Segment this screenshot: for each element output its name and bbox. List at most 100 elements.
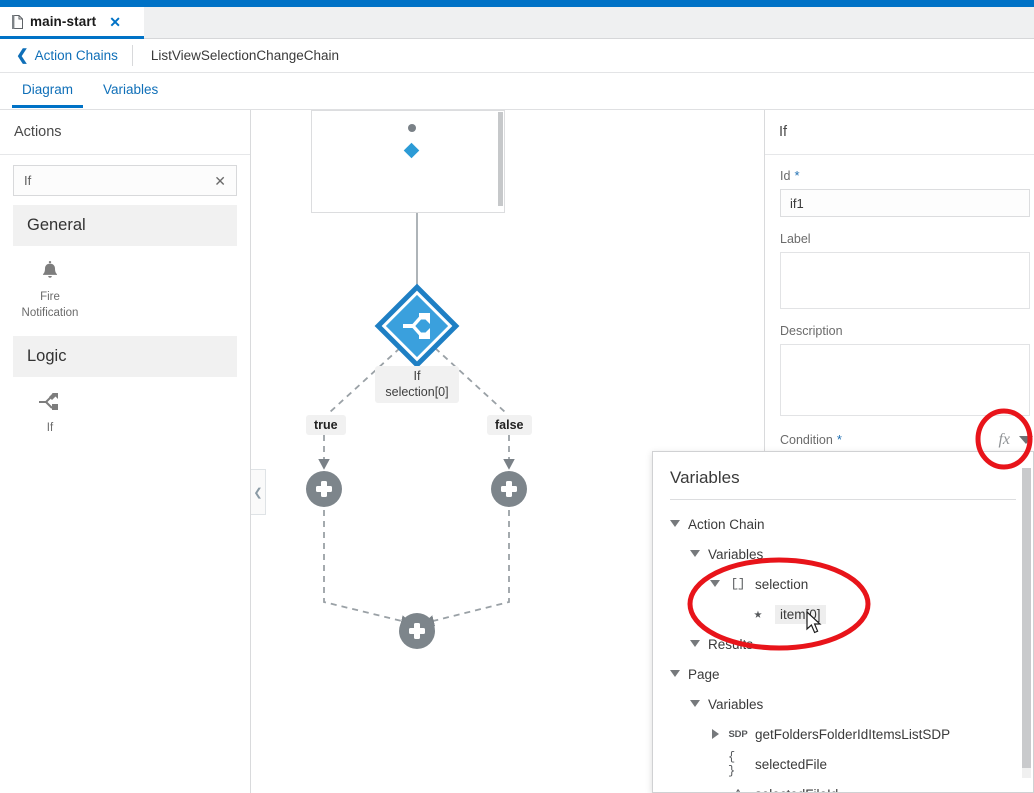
palette-group-logic-label: Logic — [27, 347, 67, 366]
actions-panel: Actions ✕ General — [0, 110, 251, 793]
variables-tree: Action Chain Variables [̤] selection ★ i… — [653, 500, 1033, 793]
palette-item-fire-notification-label: Fire Notification — [13, 290, 87, 321]
editor-subtabs: Diagram Variables — [0, 73, 1034, 110]
diagram-minimap[interactable] — [311, 110, 505, 213]
twisty-open-icon[interactable] — [670, 519, 681, 530]
tree-item-label: selectedFileId — [755, 787, 838, 793]
tree-item-selection[interactable]: [̤] selection — [653, 569, 1033, 599]
twisty-closed-icon[interactable] — [710, 728, 721, 740]
palette-item-if-label: If — [46, 422, 54, 435]
label-field[interactable] — [780, 252, 1030, 309]
variables-popup-title: Variables — [670, 468, 740, 487]
tree-item-label: Variables — [708, 546, 764, 562]
tree-item-selectedfile[interactable]: { } selectedFile — [653, 749, 1033, 779]
tab-diagram-label: Diagram — [22, 82, 74, 97]
tree-item-label: selectedFile — [755, 756, 828, 772]
actions-search-wrap: ✕ — [0, 155, 250, 196]
close-icon[interactable]: ✕ — [212, 174, 228, 188]
tree-item-results[interactable]: Results — [653, 629, 1033, 659]
field-id-label-text: Id — [780, 169, 791, 183]
tree-item-label: getFoldersFolderIdItemsListSDP — [755, 726, 951, 742]
twisty-open-icon[interactable] — [690, 639, 701, 650]
variables-scrollbar-thumb[interactable] — [1022, 468, 1031, 768]
condition-row: Condition * fx — [780, 431, 1034, 449]
twisty-open-icon[interactable] — [690, 699, 701, 710]
breadcrumb-back-label: Action Chains — [34, 48, 118, 63]
condition-expression-controls: fx — [998, 431, 1034, 449]
node-label-if[interactable]: If selection[0] — [375, 366, 459, 403]
window-accent-bar — [0, 0, 1034, 7]
description-field[interactable] — [780, 344, 1030, 416]
minimap-scrollbar[interactable] — [498, 112, 503, 206]
twisty-open-icon[interactable] — [690, 549, 701, 560]
field-description-label: Description — [780, 324, 1027, 338]
actions-panel-title: Actions — [0, 110, 250, 155]
palette-label-line1: Fire — [40, 291, 60, 303]
minimap-if-marker — [403, 142, 420, 159]
minimap-start-marker — [408, 124, 416, 132]
action-chain-editor: main-start ✕ ❮ Action Chains ListViewSel… — [0, 0, 1034, 793]
panel-collapse-handle[interactable]: ❮ — [251, 469, 266, 515]
palette-group-general-label: General — [27, 216, 86, 234]
field-id-label: Id * — [780, 169, 1027, 183]
editor-tab-main-start[interactable]: main-start ✕ — [0, 7, 144, 39]
field-id: Id * if1 — [780, 169, 1030, 217]
palette-item-fire-notification[interactable]: Fire Notification — [13, 258, 87, 321]
tree-item-getfoldersfolderiditemslistsdp[interactable]: SDP getFoldersFolderIdItemsListSDP — [653, 719, 1033, 749]
tree-item-label: selection — [755, 576, 809, 592]
twisty-open-icon[interactable] — [670, 669, 681, 680]
node-label-if-line1: If — [413, 369, 421, 383]
search-input[interactable] — [24, 173, 213, 188]
branch-label-true: true — [306, 415, 346, 436]
twisty-open-icon[interactable] — [710, 579, 721, 590]
variables-picker-popup[interactable]: Variables Action Chain Variables [̤] sel… — [652, 451, 1034, 793]
editor-tabstrip: main-start ✕ — [0, 7, 1034, 39]
required-marker: * — [836, 432, 842, 447]
tree-item-action-chain[interactable]: Action Chain — [653, 509, 1033, 539]
chevron-left-icon: ❮ — [253, 486, 263, 499]
palette-group-general: General — [13, 205, 237, 246]
tab-diagram[interactable]: Diagram — [12, 73, 84, 108]
array-icon: [̤] — [730, 577, 746, 591]
node-label-if-line2: selection[0] — [385, 385, 449, 400]
id-field[interactable]: if1 — [780, 189, 1030, 217]
actions-search-box[interactable]: ✕ — [13, 165, 237, 196]
tree-item-label: Action Chain — [688, 516, 765, 532]
object-icon: { } — [728, 750, 736, 778]
tree-item-label: item[0] — [775, 604, 826, 624]
document-icon — [12, 14, 23, 29]
palette-label-line2: Notification — [21, 306, 79, 319]
fx-icon[interactable]: fx — [998, 431, 1010, 449]
variables-scrollbar[interactable] — [1022, 468, 1031, 778]
close-icon[interactable]: ✕ — [109, 15, 121, 29]
tab-variables[interactable]: Variables — [93, 73, 168, 107]
required-marker: * — [794, 168, 800, 183]
palette-items-logic: If — [0, 377, 250, 443]
branch-label-false: false — [487, 415, 532, 436]
field-condition-block: Condition * fx — [780, 431, 1033, 449]
tree-item-label: Page — [688, 666, 720, 682]
any-type-icon: ★ — [753, 606, 763, 623]
editor-tab-label: main-start — [30, 14, 97, 29]
tree-item-label: Variables — [708, 696, 764, 712]
field-label-label-text: Label — [780, 232, 811, 246]
field-condition-label: Condition * — [780, 433, 842, 447]
properties-panel-body: Id * if1 Label Description Condition * f… — [765, 155, 1034, 449]
palette-item-if[interactable]: If — [13, 389, 87, 437]
breadcrumb-current-label: ListViewSelectionChangeChain — [150, 48, 339, 63]
tree-item-ac-variables[interactable]: Variables — [653, 539, 1033, 569]
tree-item-item-0[interactable]: ★ item[0] — [653, 599, 1033, 629]
field-description-block: Description — [780, 324, 1030, 416]
branch-icon — [13, 389, 87, 415]
tree-item-selectedfileid[interactable]: A selectedFileId — [653, 779, 1033, 793]
add-node-merge — [399, 613, 435, 649]
tree-item-page-variables[interactable]: Variables — [653, 689, 1033, 719]
field-description-label-text: Description — [780, 324, 843, 338]
field-label-label: Label — [780, 232, 1027, 246]
chevron-down-icon[interactable] — [1019, 436, 1033, 444]
tree-item-page[interactable]: Page — [653, 659, 1033, 689]
tab-variables-label: Variables — [103, 82, 159, 97]
field-label-block: Label — [780, 232, 1030, 309]
breadcrumb-back-action-chains[interactable]: ❮ Action Chains — [0, 39, 132, 72]
palette-group-logic: Logic — [13, 336, 237, 378]
